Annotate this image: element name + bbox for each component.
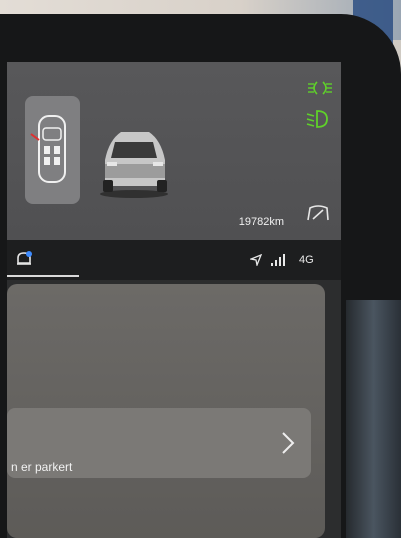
- notification-bell-icon[interactable]: [15, 250, 33, 268]
- dashboard-trim: [346, 300, 401, 538]
- car-3d-image: [100, 132, 168, 198]
- door-status-card[interactable]: [25, 96, 80, 204]
- signal-strength-icon: [271, 254, 285, 266]
- parked-setting-label: n er parkert: [11, 460, 73, 474]
- car-top-view-icon: [30, 115, 66, 183]
- chevron-right-icon: [282, 432, 295, 454]
- front-fog-light-icon: [308, 81, 332, 95]
- infotainment-screen: 19782km 4G n er parkert: [7, 62, 341, 538]
- odometer-reading: 19782km: [238, 216, 284, 228]
- vehicle-status-panel: 19782km: [7, 62, 341, 240]
- low-beam-icon: [306, 110, 328, 128]
- location-arrow-icon: [250, 254, 262, 266]
- wiper-icon[interactable]: [305, 202, 331, 224]
- network-type: 4G: [299, 254, 314, 266]
- active-tab-indicator: [7, 275, 79, 277]
- tab-status-bar: 4G: [7, 240, 341, 280]
